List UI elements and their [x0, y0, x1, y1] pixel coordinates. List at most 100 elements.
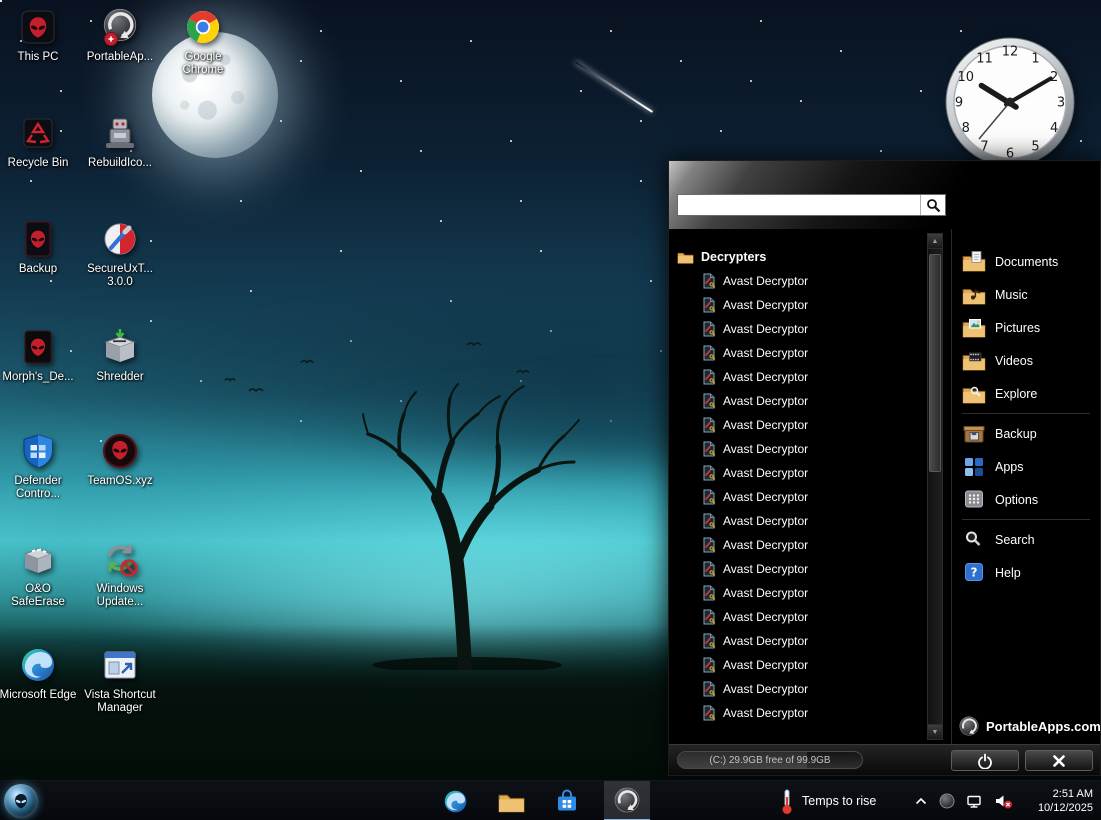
clock-date: 10/12/2025: [1038, 801, 1093, 815]
app-group-decrypters[interactable]: Decrypters: [677, 245, 925, 269]
app-item-avast-decryptor[interactable]: Avast Decryptor: [677, 317, 925, 341]
backup-alien-icon: [17, 218, 59, 260]
desktop-icon-backup[interactable]: Backup: [0, 218, 78, 276]
app-item-avast-decryptor[interactable]: Avast Decryptor: [677, 413, 925, 437]
app-item-avast-decryptor[interactable]: Avast Decryptor: [677, 269, 925, 293]
app-item-avast-decryptor[interactable]: Avast Decryptor: [677, 365, 925, 389]
desktop-icon-defender-control[interactable]: Defender Contro...: [0, 430, 78, 501]
app-item-label: Avast Decryptor: [723, 610, 808, 624]
portableapps-globe-icon: [959, 716, 979, 736]
app-item-avast-decryptor[interactable]: Avast Decryptor: [677, 389, 925, 413]
desktop-icon-vista-shortcut-manager[interactable]: Vista Shortcut Manager: [80, 644, 160, 715]
menu-close-button[interactable]: [1025, 750, 1093, 771]
safeerase-icon: [17, 538, 59, 580]
app-item-avast-decryptor[interactable]: Avast Decryptor: [677, 629, 925, 653]
desktop-icon-rebuildicons[interactable]: RebuildIco...: [80, 112, 160, 170]
sidebar-item-pictures[interactable]: Pictures: [962, 311, 1100, 344]
taskbar-microsoft-store-icon[interactable]: [544, 781, 590, 820]
sidebar-item-label: Music: [995, 288, 1028, 302]
desktop-icon-windows-update-blocker[interactable]: Windows Update...: [80, 538, 160, 609]
taskbar-portableapps-icon[interactable]: [604, 781, 650, 820]
app-item-avast-decryptor[interactable]: Avast Decryptor: [677, 341, 925, 365]
shredder-icon: [99, 326, 141, 368]
app-item-avast-decryptor[interactable]: Avast Decryptor: [677, 677, 925, 701]
app-item-avast-decryptor[interactable]: Avast Decryptor: [677, 653, 925, 677]
tray-overflow-chevron-icon[interactable]: [914, 796, 928, 806]
app-item-label: Avast Decryptor: [723, 706, 808, 720]
app-item-label: Avast Decryptor: [723, 634, 808, 648]
search-box: [677, 194, 946, 216]
decryptor-file-icon: [702, 681, 716, 697]
decryptor-file-icon: [702, 345, 716, 361]
scroll-up-button[interactable]: ▲: [928, 234, 942, 249]
desktop-icon-google-chrome[interactable]: Google Chrome: [163, 6, 243, 77]
branding-label: PortableApps.com: [986, 719, 1101, 734]
app-item-avast-decryptor[interactable]: Avast Decryptor: [677, 605, 925, 629]
sidebar-item-explore[interactable]: Explore: [962, 377, 1100, 410]
start-button[interactable]: [4, 784, 38, 818]
app-item-avast-decryptor[interactable]: Avast Decryptor: [677, 557, 925, 581]
taskbar-clock[interactable]: 2:51 AM 10/12/2025: [1038, 781, 1097, 820]
app-item-avast-decryptor[interactable]: Avast Decryptor: [677, 437, 925, 461]
weather-widget[interactable]: Temps to rise: [772, 781, 884, 820]
desktop-icon-label: SecureUxT... 3.0.0: [80, 263, 160, 289]
sidebar-item-options[interactable]: Options: [962, 483, 1100, 516]
teamos-icon: [99, 430, 141, 472]
app-item-avast-decryptor[interactable]: Avast Decryptor: [677, 701, 925, 725]
app-item-avast-decryptor[interactable]: Avast Decryptor: [677, 581, 925, 605]
sidebar-separator: [962, 519, 1090, 520]
sidebar-item-apps[interactable]: Apps: [962, 450, 1100, 483]
app-item-avast-decryptor[interactable]: Avast Decryptor: [677, 485, 925, 509]
app-item-avast-decryptor[interactable]: Avast Decryptor: [677, 461, 925, 485]
sidebar-item-search[interactable]: Search: [962, 523, 1100, 556]
search-input[interactable]: [678, 195, 920, 215]
app-item-label: Avast Decryptor: [723, 298, 808, 312]
tray-volume-muted-icon[interactable]: [994, 793, 1013, 809]
tray-network-icon[interactable]: [966, 794, 983, 809]
sidebar-item-help[interactable]: ? Help: [962, 556, 1100, 589]
tree-silhouette: [362, 382, 580, 670]
sidebar-item-backup[interactable]: Backup: [962, 417, 1100, 450]
app-item-label: Avast Decryptor: [723, 394, 808, 408]
system-tray: [914, 781, 1013, 820]
secureux-theme-icon: [99, 218, 141, 260]
decryptor-file-icon: [702, 513, 716, 529]
desktop-icon-secureuxtheme[interactable]: SecureUxT... 3.0.0: [80, 218, 160, 289]
app-item-label: Avast Decryptor: [723, 538, 808, 552]
app-list-scrollbar[interactable]: ▲ ▼: [927, 233, 943, 740]
sidebar-item-documents[interactable]: Documents: [962, 245, 1100, 278]
app-item-avast-decryptor[interactable]: Avast Decryptor: [677, 293, 925, 317]
app-item-avast-decryptor[interactable]: Avast Decryptor: [677, 533, 925, 557]
app-item-label: Avast Decryptor: [723, 346, 808, 360]
tray-app-circle-icon[interactable]: [939, 793, 955, 809]
power-button[interactable]: [951, 750, 1019, 771]
desktop-icon-this-pc[interactable]: This PC: [0, 6, 78, 64]
desktop-icon-teamos[interactable]: TeamOS.xyz: [80, 430, 160, 488]
app-item-label: Avast Decryptor: [723, 586, 808, 600]
portableapps-branding[interactable]: PortableApps.com: [959, 716, 1101, 736]
desktop-icon-shredder[interactable]: Shredder: [80, 326, 160, 384]
desktop-icon-portableapps[interactable]: PortableAp...: [80, 6, 160, 64]
sidebar-item-videos[interactable]: Videos: [962, 344, 1100, 377]
search-button[interactable]: [920, 195, 945, 215]
scrollbar-thumb[interactable]: [929, 254, 941, 472]
taskbar-edge-icon[interactable]: [432, 781, 478, 820]
taskbar-file-explorer-icon[interactable]: [488, 781, 534, 820]
desktop-icon-label: Morph's_De...: [2, 371, 73, 384]
decryptor-file-icon: [702, 441, 716, 457]
app-item-label: Avast Decryptor: [723, 514, 808, 528]
decryptor-file-icon: [702, 657, 716, 673]
app-items: Avast Decryptor Avast Decryptor Avast De…: [677, 269, 925, 725]
desktop-icon-recycle-bin[interactable]: Recycle Bin: [0, 112, 78, 170]
sidebar-item-music[interactable]: Music: [962, 278, 1100, 311]
desktop-icon-oo-safeerase[interactable]: O&O SafeErase: [0, 538, 78, 609]
decryptor-file-icon: [702, 705, 716, 721]
scroll-down-button[interactable]: ▼: [928, 724, 942, 739]
bird: [300, 358, 314, 364]
drive-space-label: (C:) 29.9GB free of 99.9GB: [709, 755, 830, 766]
decryptor-file-icon: [702, 537, 716, 553]
desktop-icon-microsoft-edge[interactable]: Microsoft Edge: [0, 644, 78, 702]
menu-status-bar: (C:) 29.9GB free of 99.9GB: [669, 744, 1100, 775]
app-item-avast-decryptor[interactable]: Avast Decryptor: [677, 509, 925, 533]
desktop-icon-morphs[interactable]: Morph's_De...: [0, 326, 78, 384]
